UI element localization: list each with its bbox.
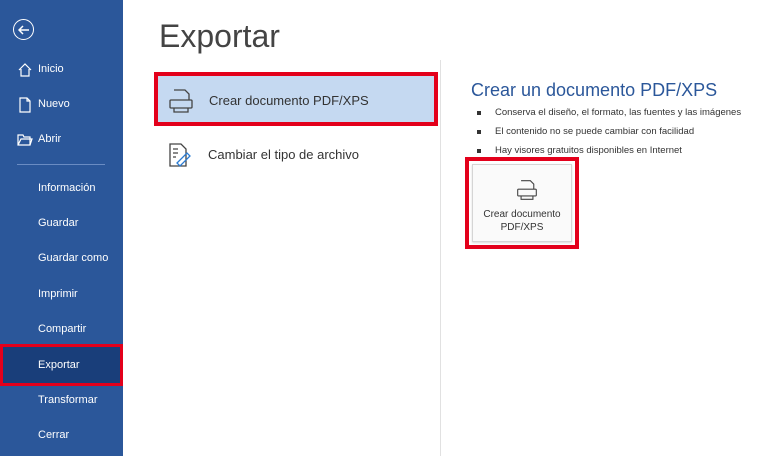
- sidebar-divider: [17, 164, 105, 165]
- button-label: Crear documento PDF/XPS: [483, 209, 561, 233]
- feature-list: Conserva el diseño, el formato, las fuen…: [475, 106, 741, 163]
- sidebar-item-label: Guardar como: [38, 252, 109, 264]
- sidebar-item-nuevo[interactable]: Nuevo: [0, 90, 123, 120]
- sidebar-item-label: Cerrar: [38, 429, 70, 441]
- new-document-icon: [17, 97, 33, 113]
- panel-divider: [440, 60, 441, 456]
- sidebar-item-guardar[interactable]: Guardar: [0, 209, 123, 239]
- sidebar-item-compartir[interactable]: Compartir: [0, 315, 123, 345]
- list-item: El contenido no se puede cambiar con fac…: [475, 125, 741, 144]
- sidebar-item-label: Inicio: [38, 63, 64, 75]
- page-title: Exportar: [159, 18, 280, 54]
- sidebar-item-abrir[interactable]: Abrir: [0, 125, 123, 155]
- sidebar-item-transformar[interactable]: Transformar: [0, 386, 123, 416]
- backstage-sidebar: Inicio Nuevo Abrir Información Guardar G…: [0, 0, 123, 456]
- button-face: Crear documento PDF/XPS: [472, 164, 572, 242]
- create-pdf-xps-button[interactable]: Crear documento PDF/XPS: [465, 157, 579, 249]
- sidebar-item-label: Abrir: [38, 133, 62, 145]
- open-folder-icon: [17, 132, 33, 148]
- sidebar-item-imprimir[interactable]: Imprimir: [0, 280, 123, 310]
- change-file-type-option[interactable]: Cambiar el tipo de archivo: [154, 128, 438, 182]
- sidebar-item-cerrar[interactable]: Cerrar: [0, 421, 123, 451]
- change-file-type-icon: [166, 142, 192, 168]
- list-item: Conserva el diseño, el formato, las fuen…: [475, 106, 741, 125]
- sidebar-item-informacion[interactable]: Información: [0, 174, 123, 204]
- sidebar-item-label: Guardar: [38, 217, 79, 229]
- create-pdf-xps-option[interactable]: Crear documento PDF/XPS: [154, 72, 438, 126]
- sidebar-item-label: Información: [38, 182, 96, 194]
- home-icon: [17, 62, 33, 78]
- option-label: Crear documento PDF/XPS: [209, 93, 369, 108]
- sidebar-item-label: Imprimir: [38, 288, 78, 300]
- sidebar-item-label: Nuevo: [38, 98, 70, 110]
- sidebar-item-inicio[interactable]: Inicio: [0, 55, 123, 85]
- pdf-document-icon: [168, 88, 194, 114]
- sidebar-item-guardar-como[interactable]: Guardar como: [0, 244, 123, 274]
- option-label: Cambiar el tipo de archivo: [208, 147, 360, 162]
- pdf-document-icon: [516, 179, 538, 201]
- panel-title: Crear un documento PDF/XPS: [471, 80, 718, 100]
- sidebar-item-exportar[interactable]: Exportar: [0, 344, 123, 386]
- sidebar-item-label: Transformar: [38, 394, 98, 406]
- sidebar-item-label: Exportar: [38, 359, 80, 371]
- sidebar-item-label: Compartir: [38, 323, 87, 335]
- back-arrow-icon[interactable]: [13, 19, 34, 40]
